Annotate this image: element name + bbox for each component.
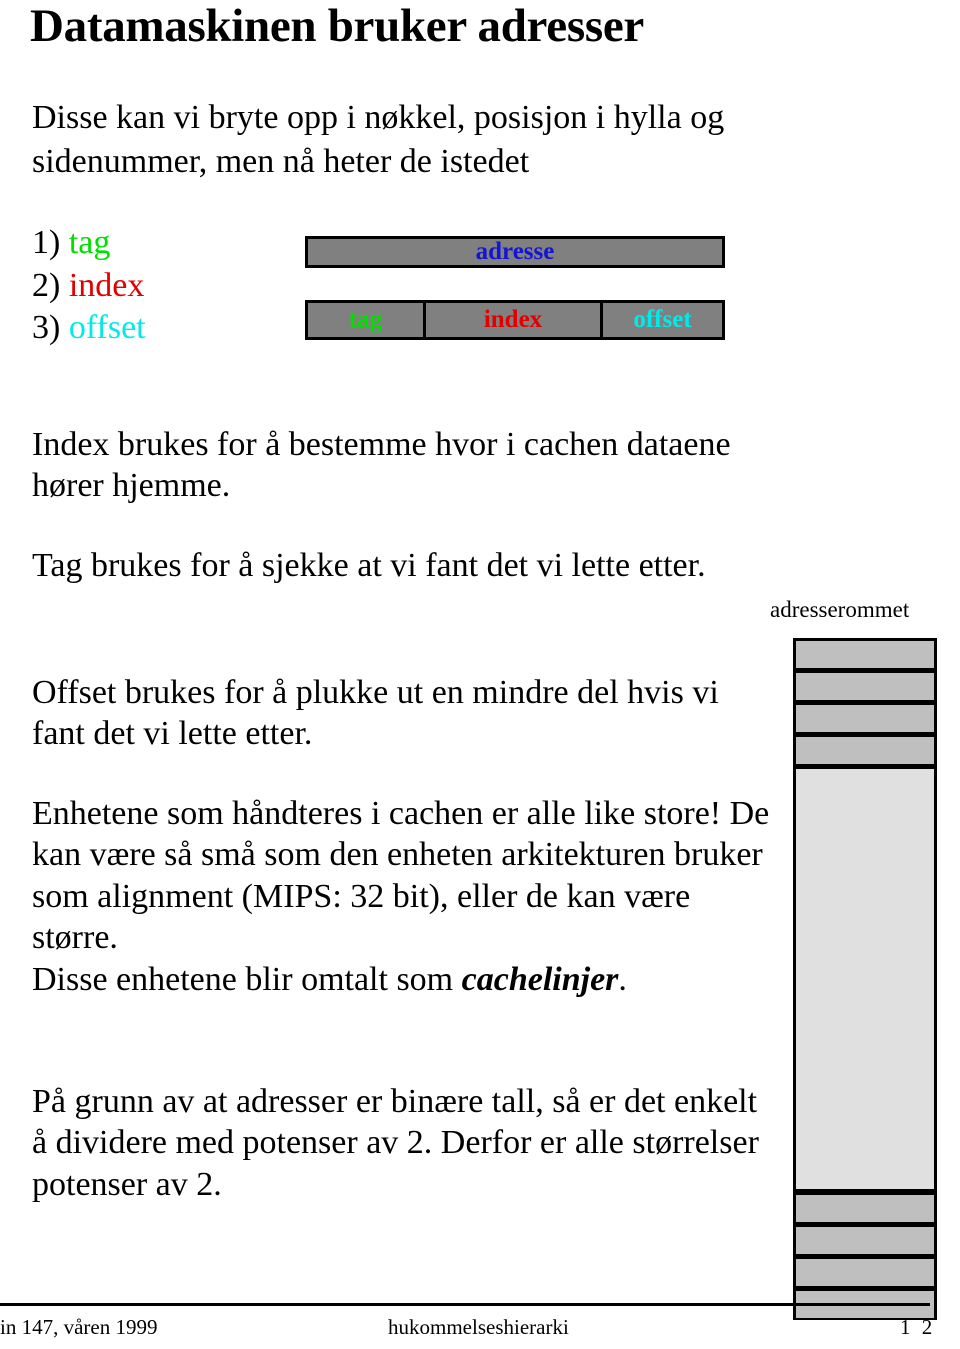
- intro-paragraph: Disse kan vi bryte opp i nøkkel, posisjo…: [32, 99, 725, 180]
- paragraph-units-line2-post: .: [618, 960, 627, 998]
- footer-topic: hukommelseshierarki: [388, 1315, 569, 1339]
- footer-page-number: 1 2: [900, 1315, 936, 1339]
- address-full-box: adresse: [305, 236, 725, 268]
- paragraph-units-text: Enhetene som håndteres i cachen er alle …: [32, 795, 770, 957]
- memory-column-top-segments: [793, 638, 937, 766]
- term-cachelinjer: cachelinjer: [461, 960, 619, 998]
- paragraph-units: Enhetene som håndteres i cachen er alle …: [32, 793, 772, 1000]
- memory-segment: [793, 638, 937, 670]
- memory-segment: [793, 702, 937, 734]
- memory-segment: [793, 1256, 937, 1288]
- adresserommet-label: adresserommet: [770, 597, 910, 622]
- footer-course: in 147, våren 1999: [0, 1315, 158, 1339]
- paragraph-units-line2-pre: Disse enhetene blir omtalt som: [32, 960, 462, 998]
- paragraph-offset: Offset brukes for å plukke ut en mindre …: [32, 674, 719, 753]
- address-field-index: index: [426, 303, 603, 337]
- list-item: 3) offset: [32, 307, 282, 350]
- paragraph-index: Index brukes for å bestemme hvor i cache…: [32, 426, 731, 505]
- paragraph-binary: På grunn av at adresser er binære tall, …: [32, 1083, 759, 1203]
- list-item-label-offset: offset: [68, 309, 146, 346]
- address-split-box: tag index offset: [305, 300, 725, 340]
- list-item: 2) index: [32, 265, 282, 308]
- memory-segment: [793, 734, 937, 766]
- numbered-list: 1) tag 2) index 3) offset: [32, 222, 282, 350]
- memory-column-bottom-segments: [793, 1192, 937, 1320]
- page-title: Datamaskinen bruker adresser: [30, 0, 644, 52]
- list-item-number: 1): [32, 224, 61, 261]
- memory-column-middle-block: [793, 766, 937, 1192]
- footer-divider: [0, 1303, 930, 1306]
- address-diagram: adresse tag index offset: [305, 236, 725, 340]
- memory-segment: [793, 1224, 937, 1256]
- paragraph-tag: Tag brukes for å sjekke at vi fant det v…: [32, 547, 706, 584]
- list-item-label-tag: tag: [68, 224, 111, 261]
- address-field-offset: offset: [633, 306, 692, 333]
- memory-segment: [793, 1192, 937, 1224]
- address-field-tag: tag: [308, 303, 426, 337]
- memory-segment: [793, 670, 937, 702]
- list-item-number: 3): [32, 309, 61, 346]
- list-item-number: 2): [32, 266, 61, 304]
- list-item-label-index: index: [68, 266, 145, 304]
- list-item: 1) tag: [32, 222, 282, 265]
